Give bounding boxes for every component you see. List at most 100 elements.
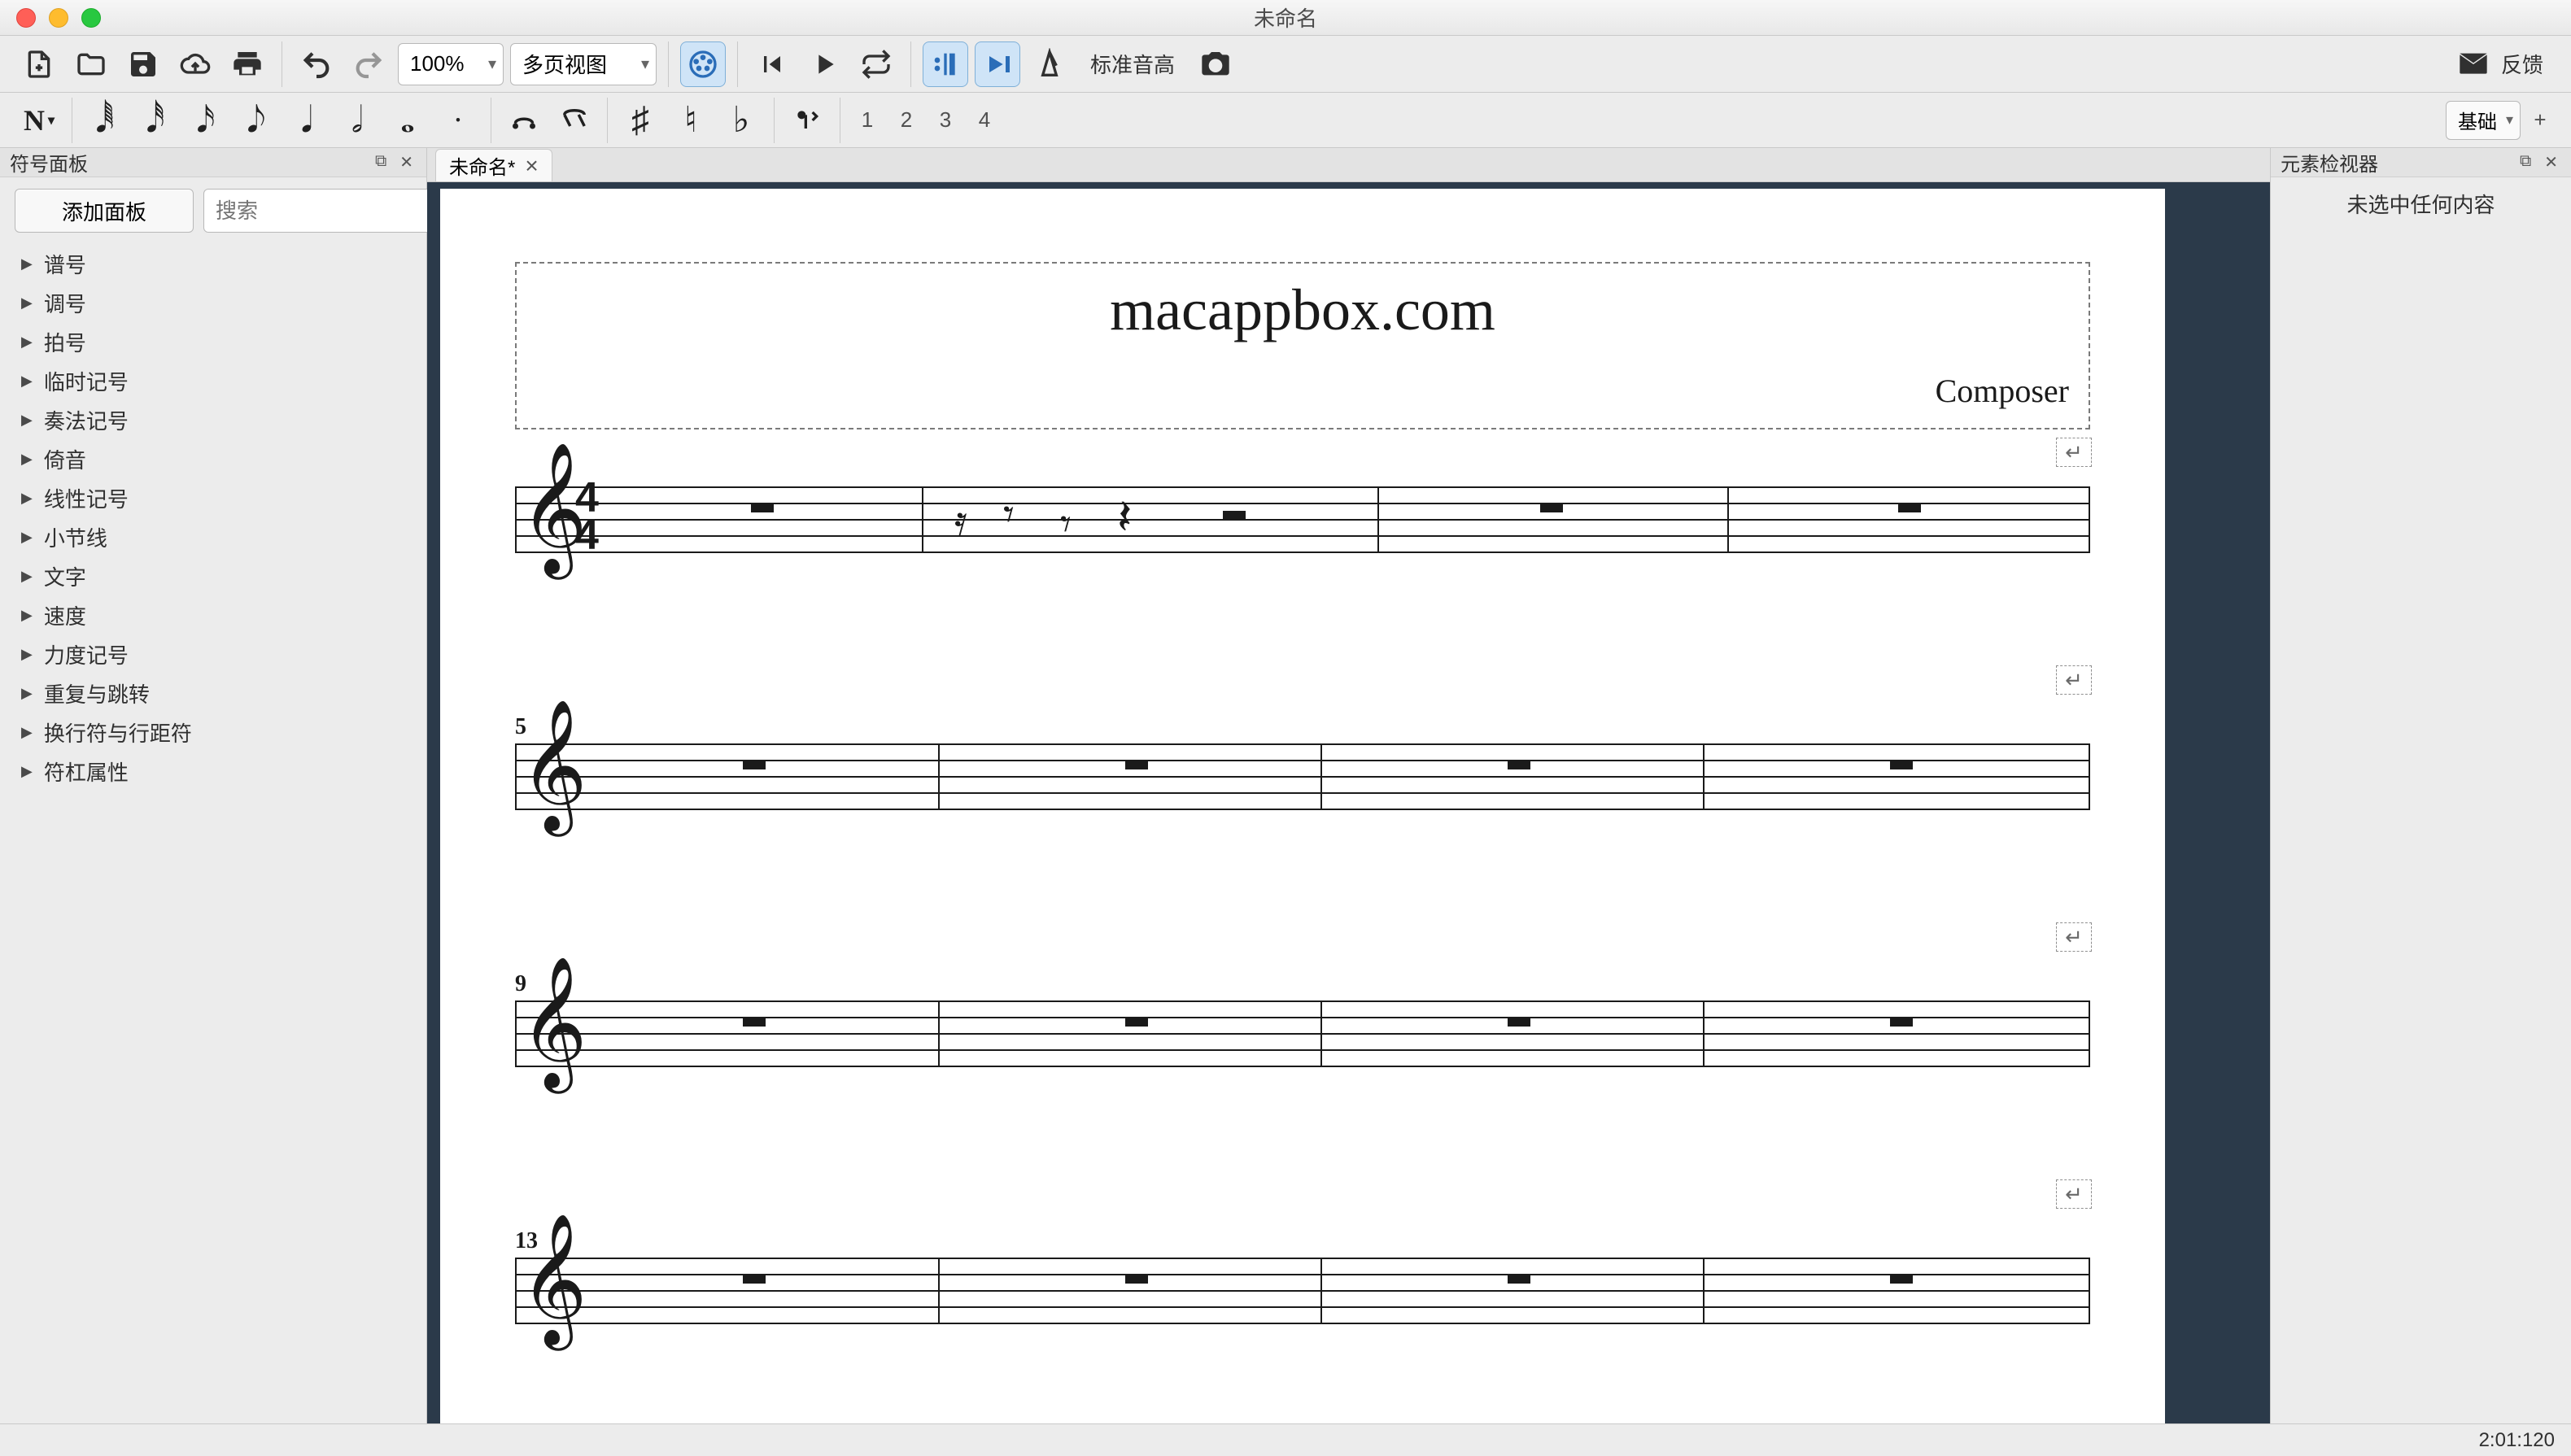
panel-undock-icon[interactable]: ⧉: [372, 152, 390, 172]
score-viewport[interactable]: macappbox.com Composer ↵ 𝄞 44 𝄿 𝄾: [427, 182, 2270, 1423]
voice-4-button[interactable]: 4: [967, 103, 1002, 137]
redo-button[interactable]: [346, 41, 391, 87]
sharp-button[interactable]: ♯: [618, 98, 663, 143]
palette-item-lines[interactable]: ▶线性记号: [0, 478, 426, 517]
voice-2-button[interactable]: 2: [889, 103, 923, 137]
note-dot-button[interactable]: ·: [435, 98, 481, 143]
screenshot-button[interactable]: [1193, 41, 1238, 87]
score-page[interactable]: macappbox.com Composer ↵ 𝄞 44 𝄿 𝄾: [440, 189, 2165, 1423]
feedback-label[interactable]: 反馈: [2501, 49, 2555, 79]
maximize-window-button[interactable]: [81, 8, 101, 28]
whole-rest[interactable]: [743, 760, 766, 769]
voice-3-button[interactable]: 3: [928, 103, 962, 137]
system-break-icon[interactable]: ↵: [2056, 922, 2092, 952]
whole-rest[interactable]: [1125, 1274, 1148, 1284]
concert-pitch-button[interactable]: 标准音高: [1079, 49, 1186, 79]
tie-button[interactable]: [501, 98, 547, 143]
note-64th-button[interactable]: 𝅘𝅥𝅱: [82, 98, 128, 143]
natural-button[interactable]: ♮: [668, 98, 714, 143]
midi-input-button[interactable]: [680, 41, 726, 87]
flip-direction-button[interactable]: [784, 98, 830, 143]
composer-text[interactable]: Composer: [536, 372, 2069, 410]
title-frame[interactable]: macappbox.com Composer: [515, 262, 2090, 429]
palette-item-text[interactable]: ▶文字: [0, 556, 426, 595]
rest-16th[interactable]: 𝄿: [954, 501, 967, 543]
cloud-save-button[interactable]: [172, 41, 218, 87]
note-16th-button[interactable]: 𝅘𝅥𝅯: [183, 98, 229, 143]
close-window-button[interactable]: [16, 8, 36, 28]
whole-rest[interactable]: [751, 503, 774, 512]
rest-8th[interactable]: 𝄾: [1003, 495, 1015, 537]
palette-item-repeats[interactable]: ▶重复与跳转: [0, 674, 426, 713]
slur-button[interactable]: [552, 98, 597, 143]
add-toolbar-button[interactable]: +: [2525, 106, 2555, 135]
whole-rest[interactable]: [1508, 760, 1530, 769]
palette-item-timesig[interactable]: ▶拍号: [0, 322, 426, 361]
palette-item-grace[interactable]: ▶倚音: [0, 439, 426, 478]
note-8th-button[interactable]: 𝅘𝅥𝅮: [234, 98, 279, 143]
workspace-select[interactable]: 基础: [2446, 101, 2521, 140]
voice-1-button[interactable]: 1: [850, 103, 884, 137]
print-button[interactable]: [225, 41, 270, 87]
palette-item-tempo[interactable]: ▶速度: [0, 595, 426, 634]
view-mode-select[interactable]: 多页视图: [510, 43, 657, 85]
new-file-button[interactable]: [16, 41, 62, 87]
whole-rest[interactable]: [1508, 1274, 1530, 1284]
pan-button[interactable]: [975, 41, 1020, 87]
open-file-button[interactable]: [68, 41, 114, 87]
palette-item-dynamics[interactable]: ▶力度记号: [0, 634, 426, 674]
whole-rest[interactable]: [1508, 1017, 1530, 1027]
tab-close-icon[interactable]: ×: [525, 155, 538, 177]
staff[interactable]: 𝄞: [515, 743, 2090, 809]
whole-rest[interactable]: [1125, 1017, 1148, 1027]
panel-undock-icon[interactable]: ⧉: [2516, 152, 2534, 172]
whole-rest[interactable]: [1890, 1017, 1913, 1027]
note-half-button[interactable]: 𝅗𝅥: [334, 98, 380, 143]
palette-item-clefs[interactable]: ▶谱号: [0, 244, 426, 283]
panel-close-icon[interactable]: ✕: [2541, 152, 2561, 172]
panel-close-icon[interactable]: ✕: [396, 152, 417, 172]
feedback-icon[interactable]: [2451, 41, 2496, 87]
system-break-icon[interactable]: ↵: [2056, 1179, 2092, 1209]
rewind-button[interactable]: [749, 41, 795, 87]
treble-clef-icon[interactable]: 𝄞: [520, 966, 587, 1080]
whole-rest[interactable]: [743, 1017, 766, 1027]
rest-8th[interactable]: 𝄾: [1060, 504, 1072, 547]
undo-button[interactable]: [294, 41, 339, 87]
whole-rest[interactable]: [1890, 1274, 1913, 1284]
palette-item-keysig[interactable]: ▶调号: [0, 283, 426, 322]
staff[interactable]: 𝄞: [515, 1258, 2090, 1323]
time-signature[interactable]: 44: [575, 480, 599, 555]
note-input-mode-button[interactable]: N ▾: [16, 98, 62, 143]
palette-item-accidentals[interactable]: ▶临时记号: [0, 361, 426, 400]
whole-rest[interactable]: [1890, 760, 1913, 769]
add-palette-button[interactable]: 添加面板: [15, 189, 194, 233]
treble-clef-icon[interactable]: 𝄞: [520, 709, 587, 823]
note-32nd-button[interactable]: 𝅘𝅥𝅰: [133, 98, 178, 143]
flat-button[interactable]: ♭: [718, 98, 764, 143]
play-button[interactable]: [801, 41, 847, 87]
metronome-button[interactable]: [1027, 41, 1072, 87]
note-whole-button[interactable]: 𝅝: [385, 98, 430, 143]
palette-item-beams[interactable]: ▶符杠属性: [0, 752, 426, 791]
save-button[interactable]: [120, 41, 166, 87]
zoom-select[interactable]: 100%: [398, 43, 504, 85]
play-repeats-button[interactable]: [923, 41, 968, 87]
staff[interactable]: 𝄞 44 𝄿 𝄾 𝄾 𝄽: [515, 486, 2090, 551]
palette-item-articulations[interactable]: ▶奏法记号: [0, 400, 426, 439]
loop-button[interactable]: [853, 41, 899, 87]
note-quarter-button[interactable]: 𝅘𝅥: [284, 98, 330, 143]
palette-item-barlines[interactable]: ▶小节线: [0, 517, 426, 556]
whole-rest[interactable]: [743, 1274, 766, 1284]
staff[interactable]: 𝄞: [515, 1000, 2090, 1066]
half-rest[interactable]: [1223, 511, 1246, 521]
minimize-window-button[interactable]: [49, 8, 68, 28]
whole-rest[interactable]: [1540, 503, 1563, 512]
system-break-icon[interactable]: ↵: [2056, 665, 2092, 695]
treble-clef-icon[interactable]: 𝄞: [520, 1223, 587, 1337]
system-break-icon[interactable]: ↵: [2056, 438, 2092, 467]
palette-item-breaks[interactable]: ▶换行符与行距符: [0, 713, 426, 752]
whole-rest[interactable]: [1125, 760, 1148, 769]
whole-rest[interactable]: [1898, 503, 1921, 512]
score-title[interactable]: macappbox.com: [536, 277, 2069, 344]
